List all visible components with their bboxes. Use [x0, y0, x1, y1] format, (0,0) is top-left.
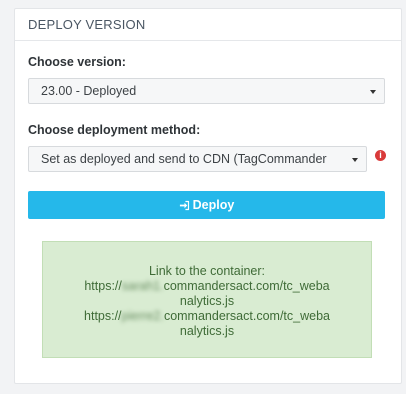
- deploy-version-panel: DEPLOY VERSION Choose version: 23.00 - D…: [14, 8, 402, 384]
- container-links-box: Link to the container: https://sarah1.co…: [42, 241, 372, 358]
- link-prefix: https://: [84, 279, 122, 293]
- info-icon[interactable]: i: [375, 150, 386, 161]
- blurred-subdomain: pierre2.: [121, 309, 164, 323]
- deploy-button-label: Deploy: [192, 198, 235, 212]
- link-domain: commandersact.com/tc_weba: [163, 279, 330, 293]
- panel-title: DEPLOY VERSION: [15, 9, 401, 41]
- container-link-1[interactable]: https://sarah1.commandersact.com/tc_weba: [43, 279, 371, 294]
- deploy-button[interactable]: Deploy: [28, 191, 385, 219]
- deployment-method-label: Choose deployment method:: [28, 123, 201, 137]
- container-link-2-end[interactable]: nalytics.js: [43, 324, 371, 339]
- blurred-subdomain: sarah1.: [121, 279, 164, 293]
- version-select[interactable]: 23.00 - Deployed: [28, 78, 385, 104]
- version-label: Choose version:: [28, 55, 126, 69]
- deployment-method-select[interactable]: Set as deployed and send to CDN (TagComm…: [28, 146, 367, 172]
- container-link-2[interactable]: https://pierre2.commandersact.com/tc_web…: [43, 309, 371, 324]
- sign-in-icon: [179, 200, 189, 210]
- link-prefix: https://: [84, 309, 122, 323]
- chevron-down-icon: [352, 158, 358, 162]
- chevron-down-icon: [370, 90, 376, 94]
- container-link-1-end[interactable]: nalytics.js: [43, 294, 371, 309]
- link-domain: commandersact.com/tc_weba: [163, 309, 330, 323]
- version-select-value: 23.00 - Deployed: [41, 84, 137, 98]
- container-links-heading: Link to the container:: [148, 264, 266, 278]
- deployment-method-select-value: Set as deployed and send to CDN (TagComm…: [41, 152, 327, 166]
